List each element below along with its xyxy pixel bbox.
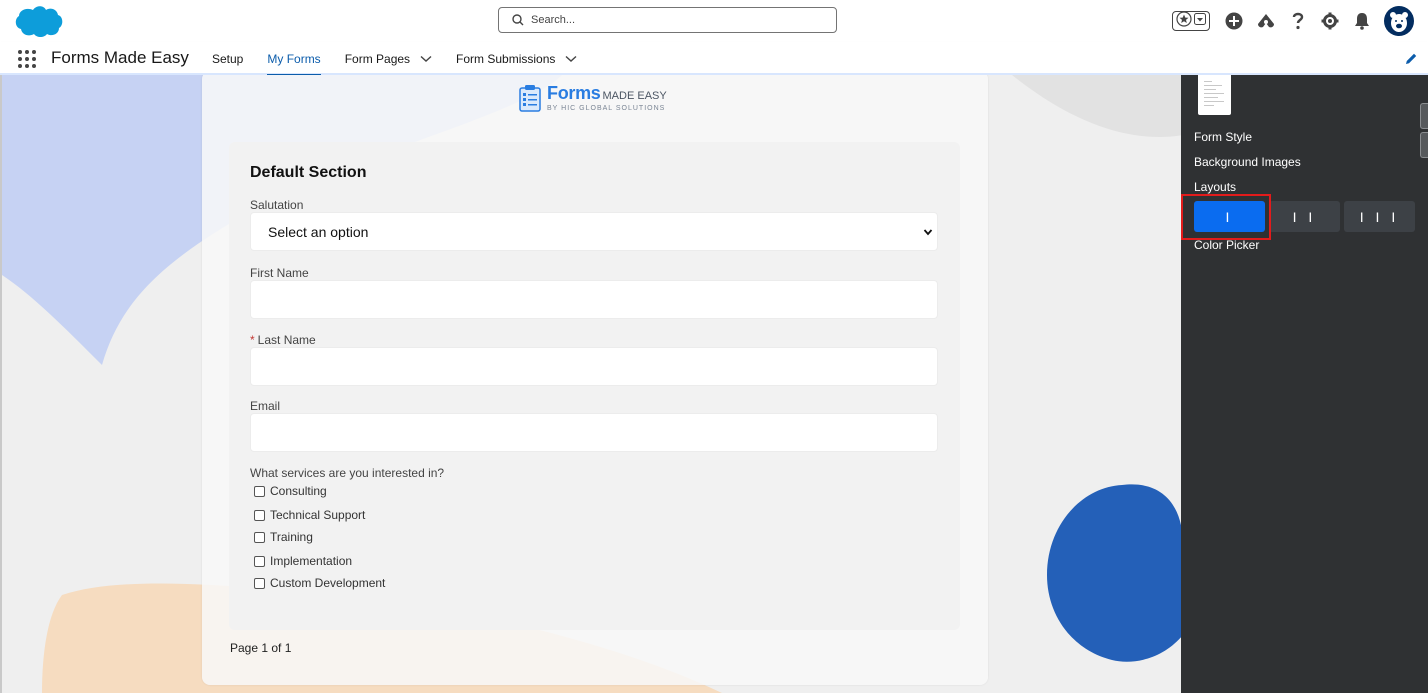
brand-name: Forms (547, 82, 601, 103)
nav-tab-label: Form Pages (344, 51, 411, 66)
help-icon[interactable] (1282, 7, 1314, 35)
form-style-link[interactable]: Form Style (1194, 130, 1252, 144)
header-utility-icons (1172, 6, 1414, 36)
page-count: Page 1 of 1 (230, 641, 292, 655)
first-name-input[interactable] (250, 280, 938, 319)
salesforce-cloud-logo[interactable] (13, 4, 63, 38)
service-option-label: Consulting (270, 484, 327, 498)
service-option-label: Implementation (270, 554, 353, 568)
chevron-down-icon[interactable] (565, 55, 577, 63)
nav-tab-label: My Forms (267, 51, 321, 66)
brand-tagline: BY HIC GLOBAL SOLUTIONS (547, 104, 666, 112)
service-option-label: Technical Support (270, 508, 366, 522)
nav-tab-form-pages[interactable]: Form Pages (333, 42, 444, 75)
brand-text: Forms MADE EASY BY HIC GLOBAL SOLUTIONS (547, 82, 667, 112)
last-name-label: * Last Name (250, 333, 316, 347)
app-name: Forms Made Easy (51, 48, 189, 67)
nav-tab-label: Form Submissions (456, 51, 556, 66)
nav-tab-setup[interactable]: Setup (200, 42, 255, 75)
checkbox[interactable] (254, 509, 265, 521)
service-option-label: Training (270, 530, 313, 544)
forms-made-easy-logo: Forms MADE EASY BY HIC GLOBAL SOLUTIONS (518, 83, 667, 113)
search-icon (511, 13, 525, 27)
layout-two-column-button[interactable]: I I (1269, 201, 1340, 232)
app-navigation-bar: Forms Made Easy Setup My Forms Form Page… (0, 42, 1428, 77)
selected-layout-highlight (1181, 194, 1271, 240)
global-search-input[interactable]: Search... (498, 7, 837, 33)
form-style-panel: Form Style Background Images Layouts I I… (1181, 75, 1428, 693)
form-template-thumbnail[interactable] (1198, 75, 1231, 115)
last-name-input[interactable] (250, 347, 938, 386)
email-label: Email (250, 399, 281, 413)
required-marker: * (250, 333, 255, 347)
app-launcher-icon[interactable] (18, 50, 36, 68)
layout-three-column-button[interactable]: I I I (1344, 201, 1415, 232)
section-title: Default Section (250, 164, 367, 181)
form-card: Forms MADE EASY BY HIC GLOBAL SOLUTIONS D… (202, 75, 988, 685)
setup-gear-icon[interactable] (1314, 7, 1346, 35)
salutation-value: Select an option (268, 223, 369, 240)
notifications-bell-icon[interactable] (1346, 7, 1378, 35)
color-picker-link[interactable]: Color Picker (1194, 238, 1259, 252)
chevron-down-icon[interactable] (420, 55, 432, 63)
global-header: Search... (0, 0, 1428, 42)
nav-tab-form-submissions[interactable]: Form Submissions (444, 42, 589, 75)
form-preview-canvas: Forms MADE EASY BY HIC GLOBAL SOLUTIONS D… (0, 75, 1181, 693)
favorites-button[interactable] (1172, 10, 1210, 32)
favorites-list-chevron-icon[interactable] (1194, 12, 1206, 30)
service-option-technical-support[interactable]: Technical Support (254, 508, 365, 522)
search-placeholder: Search... (531, 14, 576, 26)
brand-name-suffix: MADE EASY (602, 89, 667, 102)
nav-tabs: Setup My Forms Form Pages Form Submissio… (200, 42, 589, 77)
background-images-link[interactable]: Background Images (1194, 155, 1301, 169)
service-option-label: Custom Development (270, 576, 386, 590)
panel-collapse-handle[interactable] (1420, 103, 1428, 129)
salutation-label: Salutation (250, 198, 304, 212)
salutation-select[interactable]: Select an option (250, 212, 938, 251)
checkbox[interactable] (254, 485, 265, 497)
clipboard-logo-icon (519, 85, 541, 112)
layouts-label: Layouts (1194, 180, 1237, 194)
service-option-implementation[interactable]: Implementation (254, 554, 352, 568)
default-section: Default Section Salutation Select an opt… (229, 142, 960, 630)
favorites-star-icon[interactable] (1176, 10, 1192, 32)
global-actions-plus-icon[interactable] (1218, 7, 1250, 35)
checkbox[interactable] (254, 531, 265, 543)
chevron-down-icon (923, 229, 933, 236)
service-option-custom-development[interactable]: Custom Development (254, 576, 385, 590)
trailhead-icon[interactable] (1250, 7, 1282, 35)
services-label: What services are you interested in? (250, 466, 445, 480)
panel-expand-arrow-icon[interactable] (1420, 132, 1428, 158)
last-name-label-text: Last Name (257, 333, 316, 347)
first-name-label: First Name (250, 266, 309, 280)
checkbox[interactable] (254, 555, 265, 567)
user-avatar-icon[interactable] (1384, 6, 1414, 36)
checkbox[interactable] (254, 577, 265, 589)
email-input[interactable] (250, 413, 938, 452)
service-option-consulting[interactable]: Consulting (254, 484, 327, 498)
nav-tab-my-forms[interactable]: My Forms (255, 42, 332, 77)
nav-tab-label: Setup (212, 51, 244, 66)
edit-nav-pencil-icon[interactable] (1404, 52, 1418, 66)
service-option-training[interactable]: Training (254, 530, 313, 544)
